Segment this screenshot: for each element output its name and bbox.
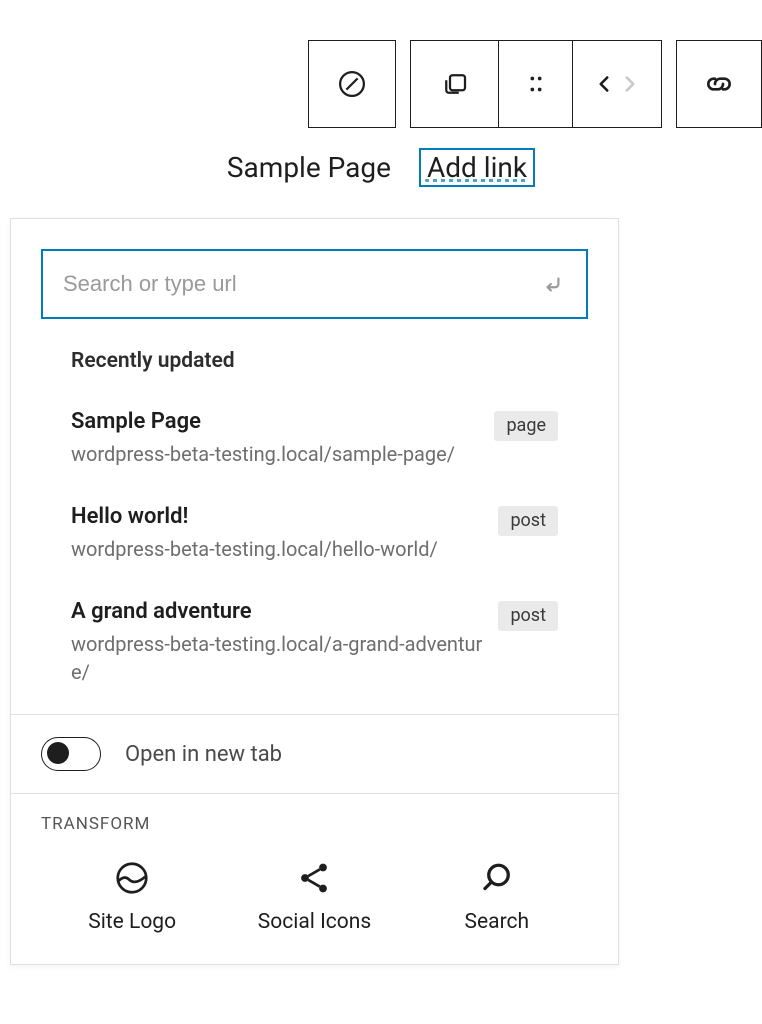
recently-updated-label: Recently updated — [11, 339, 618, 391]
nav-item-sample-page[interactable]: Sample Page — [227, 151, 391, 184]
nav-item-add-link[interactable]: Add link — [419, 148, 535, 187]
move-controls — [573, 41, 661, 127]
transform-site-logo[interactable]: Site Logo — [52, 860, 212, 934]
block-toolbar — [308, 40, 762, 128]
result-url: wordpress-beta-testing.local/a-grand-adv… — [71, 630, 482, 686]
link-search-input[interactable] — [63, 271, 540, 297]
navigation-block-button[interactable] — [308, 40, 396, 128]
result-title: A grand adventure — [71, 599, 482, 624]
search-results: Sample Page wordpress-beta-testing.local… — [11, 391, 618, 714]
transform-search[interactable]: Search — [417, 860, 577, 934]
open-new-tab-label: Open in new tab — [125, 742, 282, 767]
transform-social-icons[interactable]: Social Icons — [234, 860, 394, 934]
enter-icon — [540, 271, 566, 297]
result-type-badge: post — [498, 601, 558, 631]
toolbar-group — [410, 40, 662, 128]
select-parent-button[interactable] — [411, 41, 499, 127]
transform-heading: Transform — [41, 814, 588, 834]
search-result-item[interactable]: Hello world! wordpress-beta-testing.loca… — [71, 486, 558, 581]
result-url: wordpress-beta-testing.local/hello-world… — [71, 535, 482, 563]
toggle-knob — [47, 742, 69, 764]
site-logo-icon — [114, 860, 150, 896]
search-result-item[interactable]: A grand adventure wordpress-beta-testing… — [71, 581, 558, 714]
compass-icon — [337, 69, 367, 99]
search-section — [11, 219, 618, 339]
transform-section: Transform Site Logo Social Icons — [11, 794, 618, 964]
result-title: Sample Page — [71, 409, 478, 434]
link-control-popover: Recently updated Sample Page wordpress-b… — [10, 218, 619, 965]
transform-label: Social Icons — [258, 910, 371, 934]
navigation-items: Sample Page Add link — [0, 148, 762, 187]
drag-icon — [525, 73, 547, 95]
result-title: Hello world! — [71, 504, 482, 529]
parent-block-icon — [440, 69, 470, 99]
chevron-left-icon[interactable] — [591, 71, 617, 97]
result-type-badge: page — [494, 411, 558, 441]
search-input-wrapper — [41, 249, 588, 319]
drag-handle[interactable] — [499, 41, 573, 127]
link-icon — [703, 68, 735, 100]
link-button[interactable] — [677, 41, 761, 127]
open-new-tab-toggle[interactable] — [41, 737, 101, 771]
toolbar-group-link — [676, 40, 762, 128]
search-result-item[interactable]: Sample Page wordpress-beta-testing.local… — [71, 391, 558, 486]
open-new-tab-row: Open in new tab — [11, 715, 618, 793]
transform-label: Search — [465, 910, 530, 934]
share-icon — [296, 860, 332, 896]
result-url: wordpress-beta-testing.local/sample-page… — [71, 440, 478, 468]
result-type-badge: post — [498, 506, 558, 536]
chevron-right-icon — [617, 71, 643, 97]
search-icon — [479, 860, 515, 896]
transform-label: Site Logo — [88, 910, 176, 934]
